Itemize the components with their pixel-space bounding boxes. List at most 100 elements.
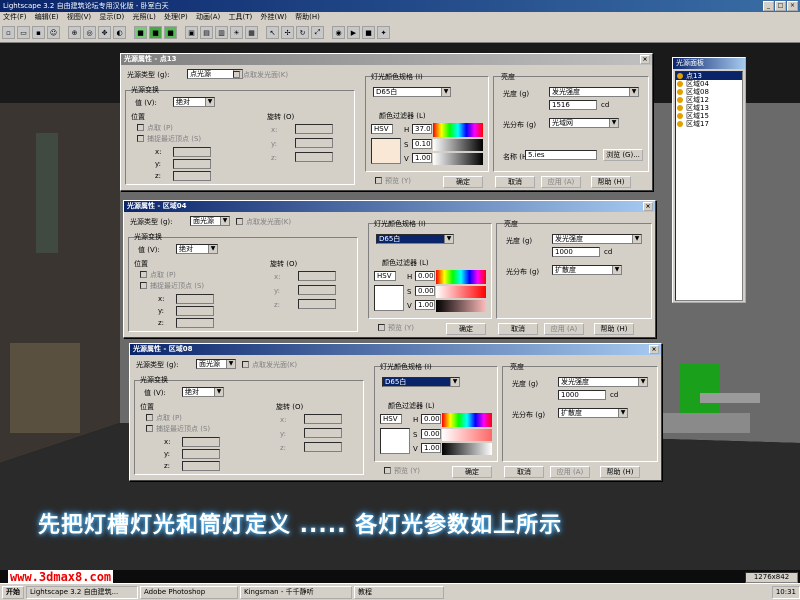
intensity-mode-select[interactable]: 发光强度 ▼ <box>552 234 642 244</box>
render-icon[interactable]: ▣ <box>185 26 198 39</box>
cube-icon[interactable]: ■ <box>134 26 147 39</box>
move-icon[interactable]: ✢ <box>281 26 294 39</box>
value-bar[interactable] <box>433 153 483 165</box>
rot-z-field[interactable] <box>295 152 333 162</box>
value-select[interactable]: 绝对 ▼ <box>173 97 215 107</box>
saturation-bar[interactable] <box>442 429 492 441</box>
view-icon[interactable]: ◐ <box>113 26 126 39</box>
dist-select[interactable]: 光域网 ▼ <box>549 118 619 128</box>
color-spec-select[interactable]: D65白 ▼ <box>373 87 451 97</box>
cube-shade-icon[interactable]: ■ <box>164 26 177 39</box>
pan-icon[interactable]: ✥ <box>98 26 111 39</box>
snap-checkbox[interactable] <box>146 425 153 432</box>
select-icon[interactable]: ↖ <box>266 26 279 39</box>
rot-x-field[interactable] <box>298 271 336 281</box>
menu-tools[interactable]: 工具(T) <box>228 13 252 21</box>
list-item[interactable]: 区域15 <box>676 112 742 120</box>
preview-checkbox[interactable] <box>384 467 391 474</box>
orbit-icon[interactable]: ◎ <box>83 26 96 39</box>
rot-z-field[interactable] <box>298 299 336 309</box>
task-player[interactable]: Kingsman - 千千静听 <box>240 585 352 599</box>
help-button[interactable]: 帮助 (H) <box>600 466 640 478</box>
color-spec-select[interactable]: D65白 ▼ <box>382 377 460 387</box>
rot-z-field[interactable] <box>304 442 342 452</box>
light-panel-title[interactable]: 光源面板 <box>673 58 745 69</box>
z-field[interactable] <box>173 171 211 181</box>
color-spec-select[interactable]: D65白 ▼ <box>376 234 454 244</box>
z-field[interactable] <box>176 318 214 328</box>
start-button[interactable]: 开始 <box>2 585 24 599</box>
task-lightscape[interactable]: Lightscape 3.2 自由建筑... <box>26 585 138 599</box>
ok-button[interactable]: 确定 <box>452 466 492 478</box>
hsv-select[interactable]: HSV <box>374 271 396 281</box>
rot-y-field[interactable] <box>304 428 342 438</box>
value-bar[interactable] <box>442 443 492 455</box>
s-field[interactable]: 0.10 <box>412 139 432 149</box>
light-icon[interactable]: ☀ <box>230 26 243 39</box>
solve-icon[interactable]: ▶ <box>347 26 360 39</box>
minimize-button[interactable]: _ <box>763 1 774 11</box>
intensity-mode-select[interactable]: 发光强度 ▼ <box>558 377 648 387</box>
z-field[interactable] <box>182 461 220 471</box>
value-bar[interactable] <box>436 300 486 312</box>
hue-spectrum[interactable] <box>433 123 483 137</box>
pick-checkbox[interactable] <box>140 271 147 278</box>
list-item[interactable]: 点13 <box>676 72 742 80</box>
hsv-select[interactable]: HSV <box>380 414 402 424</box>
menu-view[interactable]: 视图(V) <box>67 13 91 21</box>
light-surface-checkbox[interactable] <box>242 361 249 368</box>
s-field[interactable]: 0.00 <box>415 286 435 296</box>
intensity-field[interactable]: 1000 <box>552 247 600 257</box>
x-field[interactable] <box>176 294 214 304</box>
preview-checkbox[interactable] <box>378 324 385 331</box>
pick-checkbox[interactable] <box>146 414 153 421</box>
h-field[interactable]: 0.00 <box>415 271 435 281</box>
zoom-icon[interactable]: ⊕ <box>68 26 81 39</box>
menu-edit[interactable]: 编辑(E) <box>35 13 59 21</box>
s-field[interactable]: 0.00 <box>421 429 441 439</box>
rot-x-field[interactable] <box>295 124 333 134</box>
ok-button[interactable]: 确定 <box>443 176 483 188</box>
y-field[interactable] <box>182 449 220 459</box>
menu-help[interactable]: 帮助(H) <box>295 13 320 21</box>
v-field[interactable]: 1.00 <box>412 153 432 163</box>
preview-checkbox[interactable] <box>375 177 382 184</box>
open-file-icon[interactable]: ▭ <box>17 26 30 39</box>
dist-select[interactable]: 扩散度 ▼ <box>552 265 622 275</box>
task-photoshop[interactable]: Adobe Photoshop <box>140 585 238 599</box>
cube-solid-icon[interactable]: ■ <box>149 26 162 39</box>
h-field[interactable]: 37.0 <box>412 124 432 134</box>
help-button[interactable]: 帮助 (H) <box>594 323 634 335</box>
source-type-select[interactable]: 面光源 ▼ <box>190 216 230 226</box>
stop-icon[interactable]: ■ <box>362 26 375 39</box>
close-icon[interactable]: × <box>640 55 650 64</box>
menu-file[interactable]: 文件(F) <box>3 13 27 21</box>
x-field[interactable] <box>182 437 220 447</box>
apply-button[interactable]: 应用 (A) <box>541 176 581 188</box>
maximize-button[interactable]: □ <box>775 1 786 11</box>
rot-y-field[interactable] <box>298 285 336 295</box>
cancel-button[interactable]: 取消 <box>498 323 538 335</box>
ies-name-field[interactable]: 5.ies <box>525 150 597 160</box>
source-type-select[interactable]: 面光源 ▼ <box>196 359 236 369</box>
list-item[interactable]: 区域17 <box>676 120 742 128</box>
menu-light[interactable]: 光照(L) <box>132 13 155 21</box>
intensity-field[interactable]: 1516 <box>549 100 597 110</box>
light-surface-checkbox[interactable] <box>233 71 240 78</box>
v-field[interactable]: 1.00 <box>421 443 441 453</box>
y-field[interactable] <box>173 159 211 169</box>
help-button[interactable]: 帮助 (H) <box>591 176 631 188</box>
y-field[interactable] <box>176 306 214 316</box>
ray-icon[interactable]: ✦ <box>377 26 390 39</box>
snap-checkbox[interactable] <box>137 135 144 142</box>
dialog-2-titlebar[interactable]: 光源属性 - 区域04 × <box>124 201 655 212</box>
h-field[interactable]: 0.00 <box>421 414 441 424</box>
value-select[interactable]: 绝对 ▼ <box>176 244 218 254</box>
intensity-field[interactable]: 1000 <box>558 390 606 400</box>
cancel-button[interactable]: 取消 <box>495 176 535 188</box>
layer-icon[interactable]: ▤ <box>200 26 213 39</box>
walk-icon[interactable]: ☺ <box>47 26 60 39</box>
dialog-3-titlebar[interactable]: 光源属性 - 区域08 × <box>130 344 661 355</box>
ok-button[interactable]: 确定 <box>446 323 486 335</box>
menu-plugins[interactable]: 外挂(W) <box>260 13 286 21</box>
